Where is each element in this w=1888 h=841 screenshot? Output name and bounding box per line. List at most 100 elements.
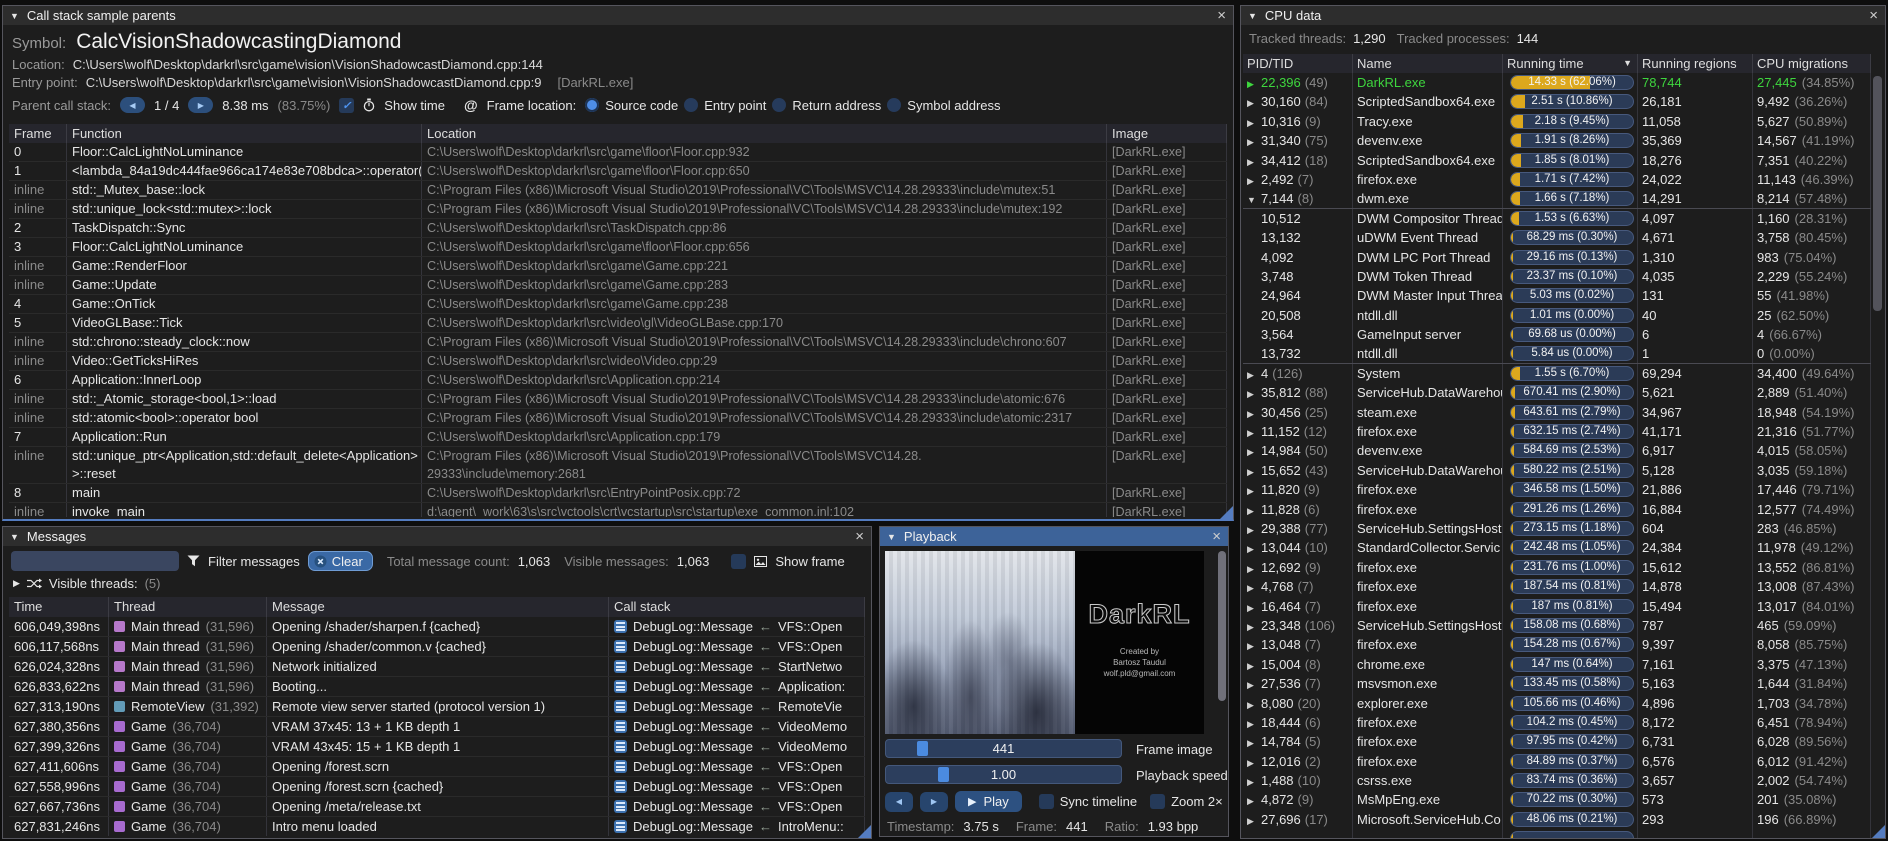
callstack-table-row[interactable]: 0 Floor::CalcLightNoLuminance C:\Users\w…: [9, 143, 1227, 162]
callstack-cell[interactable]: DebugLog::Message←VideoMemo: [609, 737, 865, 756]
expand-arrow-icon[interactable]: ▶: [1247, 618, 1261, 635]
cpu-process-row[interactable]: ▶34,412(18) ScriptedSandbox64.exe 1.85 s…: [1243, 151, 1871, 170]
cpu-process-row[interactable]: 13,132 uDWM Event Thread 68.29 ms (0.30%…: [1243, 228, 1871, 247]
cpu-process-row[interactable]: ▶29,388(77) ServiceHub.SettingsHost 273.…: [1243, 519, 1871, 538]
expand-arrow-icon[interactable]: ▶: [1247, 385, 1261, 402]
cpu-process-row[interactable]: 13,732 ntdll.dll 5.84 us (0.00%) 1 0(0.0…: [1243, 344, 1871, 363]
cpu-process-row[interactable]: ▶4(126) System 1.55 s (6.70%) 69,294 34,…: [1243, 364, 1871, 383]
cpu-process-row[interactable]: ▶4,872(9) MsMpEng.exe 70.22 ms (0.30%) 5…: [1243, 790, 1871, 809]
callstack-table-row[interactable]: inline std::atomic<bool>::operator bool …: [9, 409, 1227, 428]
callstack-table-row[interactable]: 7 Application::Run C:\Users\wolf\Desktop…: [9, 428, 1227, 447]
expand-arrow-icon[interactable]: ▶: [1247, 114, 1261, 131]
resize-grip[interactable]: [1220, 506, 1233, 519]
cpu-process-row[interactable]: ▶22,396(49) DarkRL.exe 14.33 s (62.06%) …: [1243, 73, 1871, 92]
message-row[interactable]: 627,667,736ns Game(36,704) Opening /meta…: [9, 797, 865, 817]
cpu-process-row[interactable]: [1243, 829, 1871, 838]
cpu-process-row[interactable]: ▶30,456(25) steam.exe 643.61 ms (2.79%) …: [1243, 403, 1871, 422]
callstack-table-row[interactable]: inline std::_Mutex_base::lock C:\Program…: [9, 181, 1227, 200]
cpu-process-row[interactable]: ▶11,152(12) firefox.exe 632.15 ms (2.74%…: [1243, 422, 1871, 441]
cpu-process-row[interactable]: ▶15,004(8) chrome.exe 147 ms (0.64%) 7,1…: [1243, 655, 1871, 674]
playback-scrollbar[interactable]: [1218, 551, 1226, 701]
zoom-2x-checkbox[interactable]: [1150, 794, 1165, 809]
cpu-process-row[interactable]: ▶35,812(88) ServiceHub.DataWarehou 670.4…: [1243, 383, 1871, 402]
expand-arrow-icon[interactable]: ▶: [1247, 366, 1261, 383]
close-icon[interactable]: ×: [855, 529, 864, 544]
expand-arrow-icon[interactable]: ▼: [1247, 191, 1261, 207]
cpu-process-row[interactable]: 3,564 GameInput server 69.68 us (0.00%) …: [1243, 325, 1871, 344]
expand-arrow-icon[interactable]: ▶: [1247, 172, 1261, 189]
expand-arrow-icon[interactable]: ▶: [1247, 502, 1261, 519]
column-image[interactable]: Image: [1107, 124, 1227, 143]
collapse-icon[interactable]: ▼: [10, 532, 19, 542]
expand-arrow-icon[interactable]: ▶: [1247, 560, 1261, 577]
filter-input[interactable]: [11, 551, 179, 571]
expand-arrow-icon[interactable]: ▶: [1247, 463, 1261, 480]
column-cpu-migrations[interactable]: CPU migrations: [1753, 54, 1871, 73]
expand-arrow-icon[interactable]: ▶: [1247, 812, 1261, 829]
column-callstack[interactable]: Call stack: [609, 597, 865, 617]
show-frame-checkbox[interactable]: [731, 554, 746, 569]
message-row[interactable]: 627,411,606ns Game(36,704) Opening /fore…: [9, 757, 865, 777]
visible-threads-row[interactable]: ▶ Visible threads: (5): [3, 574, 871, 591]
messages-table-header[interactable]: Time Thread Message Call stack: [9, 597, 865, 617]
callstack-list-icon[interactable]: [614, 740, 627, 753]
radio-icon[interactable]: [772, 98, 786, 112]
play-button[interactable]: ▶ Play: [955, 791, 1022, 812]
expand-arrow-icon[interactable]: ▶: [1247, 540, 1261, 557]
callstack-table-row[interactable]: 5 VideoGLBase::Tick C:\Users\wolf\Deskto…: [9, 314, 1227, 333]
callstack-list-icon[interactable]: [614, 800, 627, 813]
prev-sample-button[interactable]: ◀: [120, 97, 145, 113]
expand-arrow-icon[interactable]: ▶: [1247, 599, 1261, 616]
playback-speed-slider[interactable]: 1.00 Playback speed: [885, 765, 1122, 784]
collapse-icon[interactable]: ▼: [1248, 11, 1257, 21]
cpu-process-row[interactable]: 10,512 DWM Compositor Thread 1.53 s (6.6…: [1243, 209, 1871, 228]
message-row[interactable]: 606,049,398ns Main thread(31,596) Openin…: [9, 617, 865, 637]
callstack-cell[interactable]: DebugLog::Message←Application:: [609, 677, 865, 696]
callstack-list-icon[interactable]: [614, 640, 627, 653]
cpu-process-row[interactable]: ▶12,016(2) firefox.exe 84.89 ms (0.37%) …: [1243, 752, 1871, 771]
cpu-table-header[interactable]: PID/TID Name Running time▼ Running regio…: [1243, 54, 1871, 73]
expand-arrow-icon[interactable]: ▶: [1247, 734, 1261, 751]
message-row[interactable]: 627,313,190ns RemoteView(31,392) Remote …: [9, 697, 865, 717]
expand-arrow-icon[interactable]: ▶: [1247, 133, 1261, 150]
callstack-list-icon[interactable]: [614, 780, 627, 793]
sync-timeline-option[interactable]: Sync timeline: [1039, 794, 1137, 809]
cpu-process-row[interactable]: ▶30,160(84) ScriptedSandbox64.exe 2.51 s…: [1243, 92, 1871, 111]
cpu-process-row[interactable]: ▶11,820(9) firefox.exe 346.58 ms (1.50%)…: [1243, 480, 1871, 499]
expand-arrow-icon[interactable]: ▶: [1247, 696, 1261, 713]
expand-arrow-icon[interactable]: ▶: [1247, 424, 1261, 441]
expand-arrow-icon[interactable]: ▶: [1247, 676, 1261, 693]
resize-grip[interactable]: [858, 825, 871, 838]
expand-arrow-icon[interactable]: ▶: [1247, 405, 1261, 422]
frame-image-slider[interactable]: 441 Frame image: [885, 739, 1122, 758]
cpu-process-row[interactable]: ▶27,696(17) Microsoft.ServiceHub.Co 48.0…: [1243, 810, 1871, 829]
cpu-process-row[interactable]: ▶15,652(43) ServiceHub.DataWarehou 580.2…: [1243, 461, 1871, 480]
cpu-titlebar[interactable]: ▼ CPU data ×: [1241, 6, 1885, 25]
callstack-list-icon[interactable]: [614, 700, 627, 713]
close-icon[interactable]: ×: [1212, 529, 1221, 544]
step-back-button[interactable]: ◀: [885, 792, 913, 812]
frame-location-radio[interactable]: Return address: [772, 98, 881, 113]
callstack-table-row[interactable]: inline std::_Atomic_storage<bool,1>::loa…: [9, 390, 1227, 409]
cpu-process-row[interactable]: ▶2,492(7) firefox.exe 1.71 s (7.42%) 24,…: [1243, 170, 1871, 189]
callstack-list-icon[interactable]: [614, 760, 627, 773]
callstack-table-row[interactable]: inline invoke_main d:\agent\_work\63\s\s…: [9, 503, 1227, 517]
column-pid-tid[interactable]: PID/TID: [1243, 54, 1353, 73]
expand-arrow-icon[interactable]: ▶: [1247, 579, 1261, 596]
column-running-regions[interactable]: Running regions: [1638, 54, 1753, 73]
callstack-list-icon[interactable]: [614, 720, 627, 733]
collapse-icon[interactable]: ▼: [887, 532, 896, 542]
cpu-process-row[interactable]: 20,508 ntdll.dll 1.01 ms (0.00%) 40 25(6…: [1243, 306, 1871, 325]
cpu-process-row[interactable]: 3,748 DWM Token Thread 23.37 ms (0.10%) …: [1243, 267, 1871, 286]
cpu-process-row[interactable]: ▶27,536(7) msvsmon.exe 133.45 ms (0.58%)…: [1243, 674, 1871, 693]
callstack-table-row[interactable]: 4 Game::OnTick C:\Users\wolf\Desktop\dar…: [9, 295, 1227, 314]
message-row[interactable]: 606,117,568ns Main thread(31,596) Openin…: [9, 637, 865, 657]
expand-arrow-icon[interactable]: ▶: [1247, 94, 1261, 111]
callstack-table-row[interactable]: 1 <lambda_84a19dc444fae966ca174e83e708bd…: [9, 162, 1227, 181]
frame-location-radio[interactable]: Source code: [585, 98, 678, 113]
expand-arrow-icon[interactable]: ▶: [1247, 792, 1261, 809]
callstack-table-row[interactable]: inline std::chrono::steady_clock::now C:…: [9, 333, 1227, 352]
playback-titlebar[interactable]: ▼ Playback ×: [880, 527, 1228, 546]
callstack-list-icon[interactable]: [614, 680, 627, 693]
column-function[interactable]: Function: [67, 124, 422, 143]
